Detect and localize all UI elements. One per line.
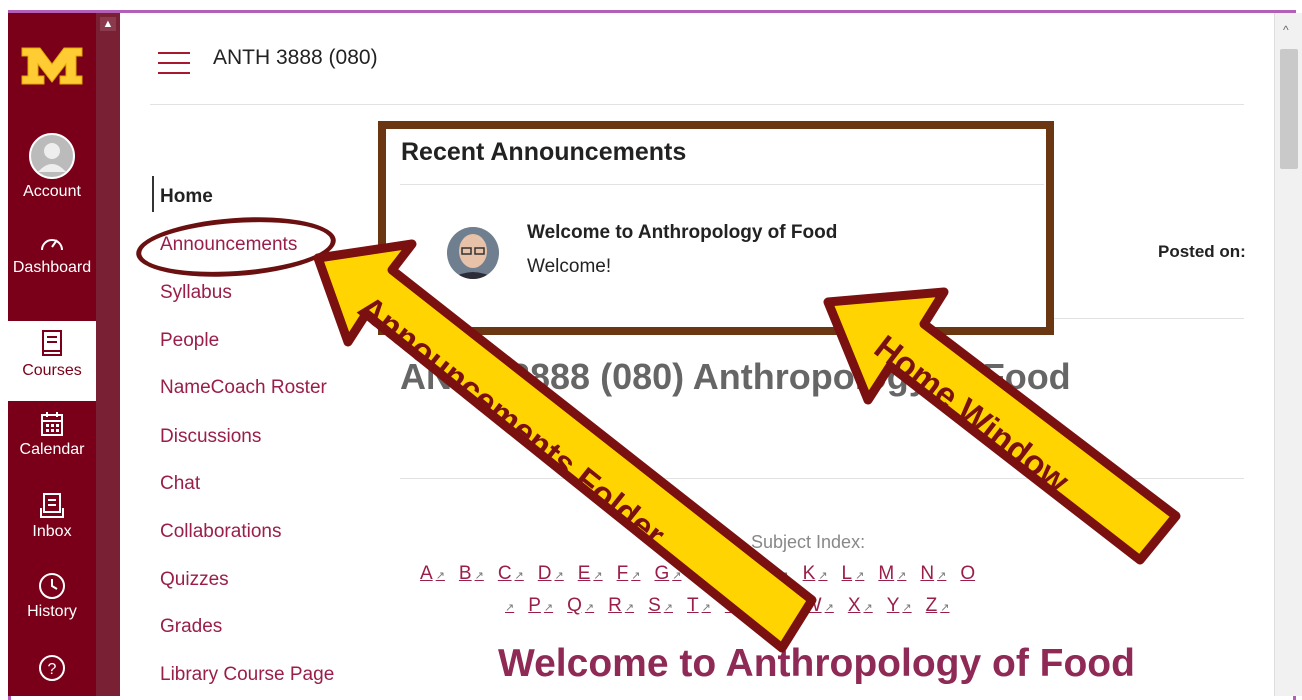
home-window-arrow: Home Window	[823, 287, 1181, 565]
announcements-folder-arrow-label: Announcements Folder	[351, 289, 672, 555]
announcements-folder-arrow: Announcements Folder	[313, 239, 817, 653]
annotation-arrows: Announcements Folder Home Window	[313, 239, 1181, 653]
